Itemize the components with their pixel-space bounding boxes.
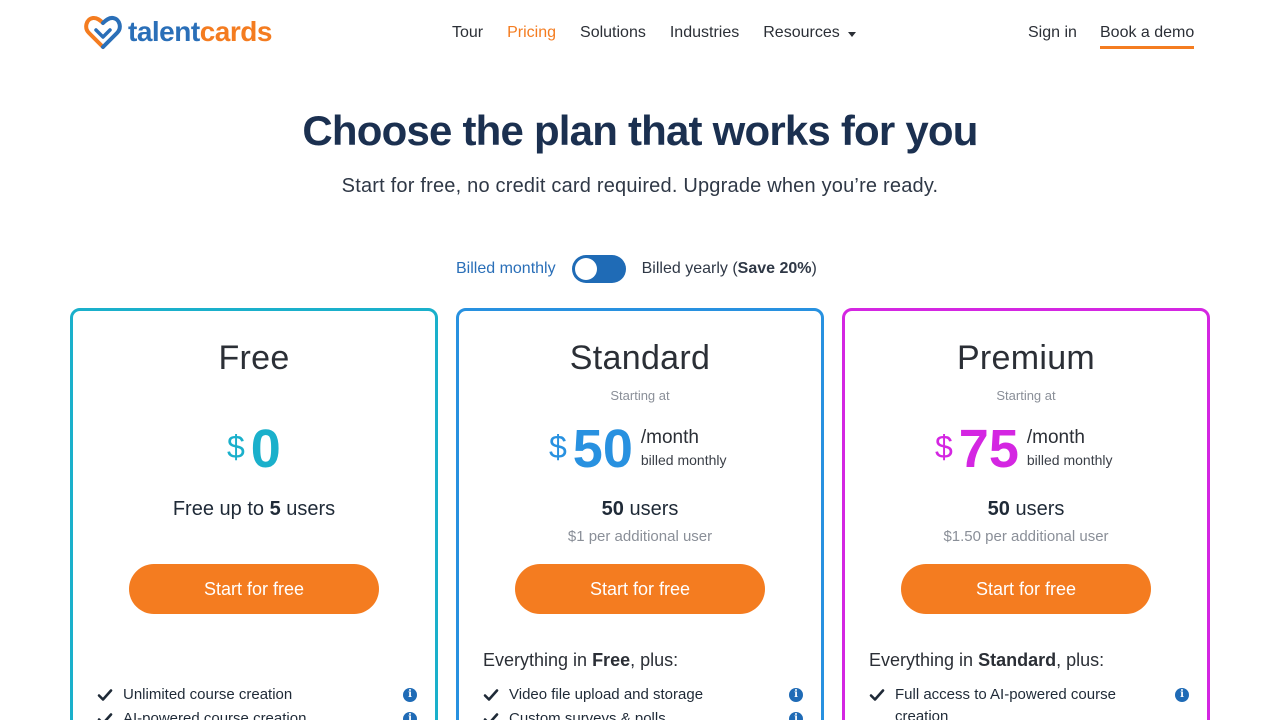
start-for-free-button[interactable]: Start for free (901, 564, 1151, 614)
currency-symbol: $ (549, 429, 567, 465)
billed-monthly-label[interactable]: Billed monthly (456, 260, 556, 278)
plan-price: $ 75 /month billed monthly (935, 419, 1112, 479)
plus-prefix: Everything in (869, 650, 979, 670)
additional-user-price: $1.50 per additional user (943, 528, 1109, 545)
users-suffix: users (1009, 498, 1065, 520)
nav-solutions[interactable]: Solutions (580, 22, 646, 44)
per-month: /month (1026, 427, 1085, 448)
billing-toggle-group: Billed monthly Billed yearly (Save 20%) (456, 254, 817, 284)
logo-cards: cards (199, 16, 273, 47)
plan-name: Premium (956, 339, 1096, 377)
sign-in-link[interactable]: Sign in (1028, 22, 1077, 44)
main-nav: Tour Pricing Solutions Industries Resour… (452, 22, 856, 44)
caret-down-icon (847, 31, 856, 37)
site-header: talentcards Tour Pricing Solutions Indus… (0, 0, 1280, 68)
list-item: AI-powered course creation i (97, 708, 417, 720)
plan-price: $ 50 /month billed monthly (549, 419, 726, 479)
starting-at-label: Starting at (610, 388, 670, 403)
page-subtitle: Start for free, no credit card required.… (341, 175, 939, 197)
list-item: Unlimited course creation i (97, 684, 417, 708)
users-count: 50 (987, 498, 1010, 520)
nav-industries[interactable]: Industries (670, 22, 739, 44)
info-icon[interactable]: i (1175, 688, 1189, 702)
check-icon (97, 689, 113, 701)
plan-users: 50 users (459, 496, 821, 522)
plan-card-premium: Premium Starting at $ 75 /month billed m… (842, 308, 1210, 720)
nav-resources[interactable]: Resources (763, 22, 856, 44)
plan-price: $ 0 (227, 419, 281, 479)
feature-list: Unlimited course creation i AI-powered c… (97, 684, 417, 720)
list-item: Video file upload and storage i (483, 684, 803, 708)
logo-text: talentcards (128, 14, 272, 50)
users-suffix: users (623, 498, 679, 520)
billed-yearly-text: Billed yearly ( (641, 260, 738, 277)
plan-includes: Everything in Free, plus: (483, 648, 678, 672)
currency-symbol: $ (935, 429, 953, 465)
info-icon[interactable]: i (403, 688, 417, 702)
plus-suffix: , plus: (630, 650, 679, 670)
currency-symbol: $ (227, 429, 245, 465)
feature-list: Full access to AI-powered course creatio… (869, 684, 1189, 720)
price-amount: 0 (250, 419, 281, 479)
plus-suffix: , plus: (1056, 650, 1105, 670)
plan-users: 50 users (845, 496, 1207, 522)
plus-plan: Free (592, 650, 631, 670)
heart-logo-icon (84, 15, 122, 49)
feature-text: Custom surveys & polls (509, 710, 666, 720)
feature-list: Video file upload and storage i Custom s… (483, 684, 803, 720)
price-period: /month billed monthly (1027, 427, 1113, 471)
list-item: Custom surveys & polls i (483, 708, 803, 720)
page-title: Choose the plan that works for you (302, 107, 978, 154)
logo-talent: talent (128, 16, 200, 47)
plan-card-standard: Standard Starting at $ 50 /month billed … (456, 308, 824, 720)
list-item: Full access to AI-powered course creatio… (869, 684, 1189, 720)
price-amount: 75 (958, 419, 1019, 479)
check-icon (483, 689, 499, 701)
info-icon[interactable]: i (789, 688, 803, 702)
check-icon (869, 689, 885, 701)
check-icon (483, 713, 499, 720)
nav-pricing[interactable]: Pricing (507, 22, 556, 44)
users-prefix: Free up to (172, 498, 270, 520)
save-badge: Save 20% (737, 260, 812, 277)
plan-name: Free (218, 339, 290, 377)
start-for-free-button[interactable]: Start for free (129, 564, 379, 614)
plan-card-free: Free $ 0 Free up to 5 users Start for fr… (70, 308, 438, 720)
billed-note: billed monthly (1026, 452, 1113, 468)
users-count: 5 (269, 498, 281, 520)
book-demo-link[interactable]: Book a demo (1100, 22, 1195, 49)
feature-text: Full access to AI-powered course creatio… (895, 686, 1116, 720)
billed-yearly-close: ) (811, 260, 817, 277)
info-icon[interactable]: i (403, 712, 417, 720)
nav-tour[interactable]: Tour (452, 22, 483, 44)
additional-user-price: $1 per additional user (567, 528, 713, 545)
price-amount: 50 (572, 419, 633, 479)
users-suffix: users (280, 498, 336, 520)
users-count: 50 (601, 498, 624, 520)
feature-text: Video file upload and storage (509, 686, 704, 703)
toggle-knob (574, 258, 597, 280)
plan-users: Free up to 5 users (73, 496, 435, 522)
per-month: /month (640, 427, 699, 448)
starting-at-label: Starting at (996, 388, 1056, 403)
nav-resources-label: Resources (763, 24, 840, 41)
price-period: /month billed monthly (641, 427, 727, 471)
billing-toggle[interactable] (571, 255, 626, 283)
logo[interactable]: talentcards (84, 14, 272, 50)
info-icon[interactable]: i (789, 712, 803, 720)
billed-yearly-label[interactable]: Billed yearly (Save 20%) (642, 260, 817, 278)
plus-prefix: Everything in (483, 650, 593, 670)
plan-includes: Everything in Standard, plus: (869, 648, 1104, 672)
feature-text: Unlimited course creation (123, 686, 293, 703)
plan-name: Standard (569, 339, 711, 377)
start-for-free-button[interactable]: Start for free (515, 564, 765, 614)
plus-plan: Standard (978, 650, 1057, 670)
check-icon (97, 713, 113, 720)
billed-note: billed monthly (640, 452, 727, 468)
feature-text: AI-powered course creation (123, 710, 307, 720)
